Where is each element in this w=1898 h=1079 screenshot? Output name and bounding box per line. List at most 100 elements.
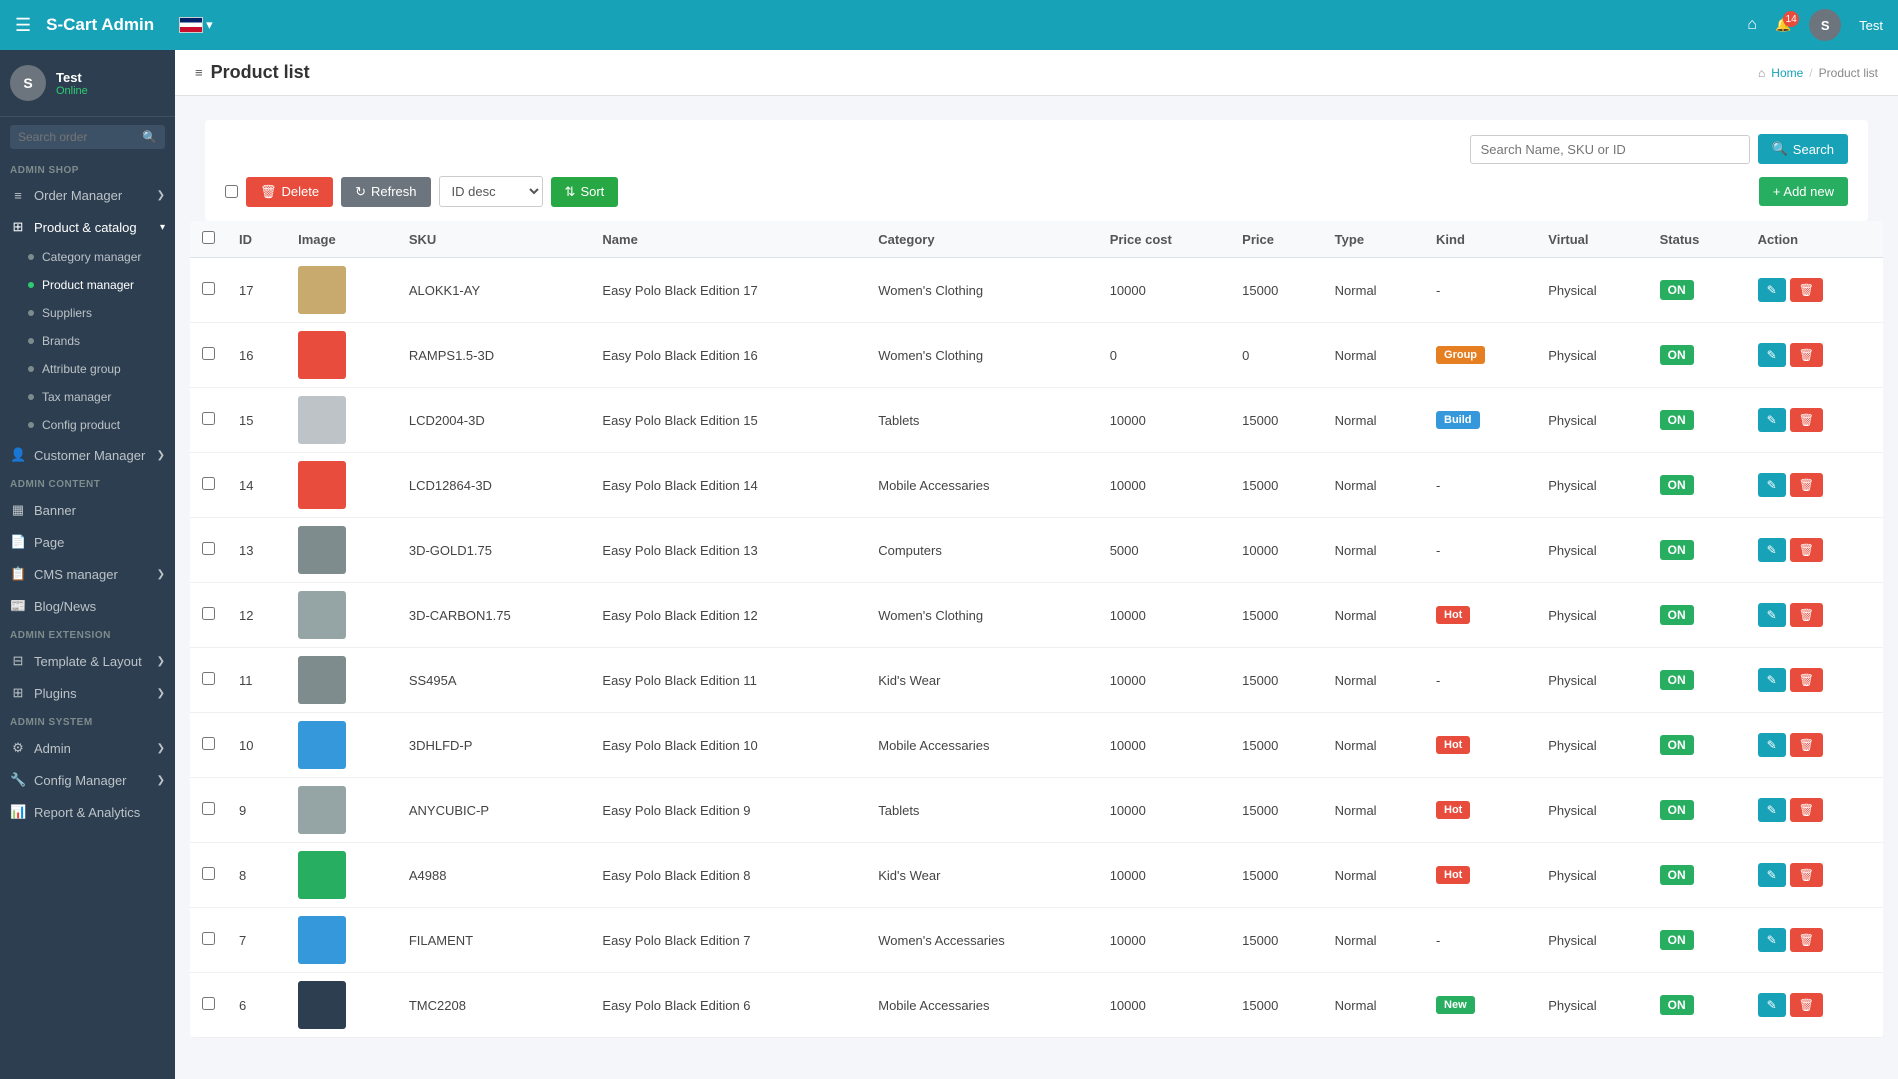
sidebar-item-banner[interactable]: ▦ Banner (0, 494, 175, 526)
row-checkbox[interactable] (202, 347, 215, 360)
td-category: Women's Clothing (866, 583, 1097, 648)
td-name: Easy Polo Black Edition 17 (590, 258, 866, 323)
avatar[interactable]: S (1809, 9, 1841, 41)
row-checkbox[interactable] (202, 542, 215, 555)
delete-row-button[interactable]: 🗑 (1790, 343, 1823, 367)
header-checkbox[interactable] (202, 231, 215, 244)
row-checkbox[interactable] (202, 282, 215, 295)
row-checkbox[interactable] (202, 672, 215, 685)
delete-button[interactable]: 🗑 Delete (246, 177, 333, 207)
top-user-name[interactable]: Test (1859, 18, 1883, 33)
edit-button[interactable]: ✎ (1758, 473, 1786, 497)
action-row: 🗑 Delete ↻ Refresh ID desc ID asc Name a… (225, 176, 1848, 207)
kind-badge: Hot (1436, 606, 1470, 624)
td-virtual: Physical (1536, 583, 1647, 648)
row-checkbox[interactable] (202, 737, 215, 750)
td-sku: 3D-GOLD1.75 (397, 518, 591, 583)
sidebar-item-plugins[interactable]: ⊞ Plugins ❯ (0, 677, 175, 709)
top-nav-right: ⌂ 🔔 14 S Test (1747, 9, 1883, 41)
blog-news-label: Blog/News (34, 599, 96, 614)
td-price: 15000 (1230, 713, 1323, 778)
home-icon[interactable]: ⌂ (1747, 16, 1757, 34)
hamburger-icon[interactable]: ☰ (15, 15, 31, 36)
edit-button[interactable]: ✎ (1758, 733, 1786, 757)
edit-button[interactable]: ✎ (1758, 408, 1786, 432)
delete-row-button[interactable]: 🗑 (1790, 993, 1823, 1017)
delete-row-button[interactable]: 🗑 (1790, 538, 1823, 562)
avatar: S (10, 65, 46, 101)
td-sku: TMC2208 (397, 973, 591, 1038)
search-input[interactable] (1470, 135, 1750, 164)
row-checkbox[interactable] (202, 802, 215, 815)
sidebar-item-product-manager[interactable]: Product manager (0, 271, 175, 299)
delete-row-button[interactable]: 🗑 (1790, 603, 1823, 627)
add-new-button[interactable]: + Add new (1759, 177, 1848, 206)
sidebar-item-tax-manager[interactable]: Tax manager (0, 383, 175, 411)
delete-row-button[interactable]: 🗑 (1790, 928, 1823, 952)
edit-button[interactable]: ✎ (1758, 863, 1786, 887)
td-kind: - (1424, 908, 1536, 973)
delete-row-button[interactable]: 🗑 (1790, 863, 1823, 887)
row-checkbox[interactable] (202, 997, 215, 1010)
sidebar-item-template-layout[interactable]: ⊟ Template & Layout ❯ (0, 645, 175, 677)
refresh-button[interactable]: ↻ Refresh (341, 177, 430, 207)
sidebar-item-suppliers[interactable]: Suppliers (0, 299, 175, 327)
kind-empty: - (1436, 673, 1440, 688)
td-status: ON (1648, 973, 1746, 1038)
sidebar-item-attribute-group[interactable]: Attribute group (0, 355, 175, 383)
td-action: ✎ 🗑 (1746, 583, 1883, 648)
td-image (286, 518, 397, 583)
sidebar-item-brands[interactable]: Brands (0, 327, 175, 355)
td-id: 13 (227, 518, 286, 583)
edit-button[interactable]: ✎ (1758, 538, 1786, 562)
edit-button[interactable]: ✎ (1758, 668, 1786, 692)
sidebar-item-category-manager[interactable]: Category manager (0, 243, 175, 271)
td-kind: Build (1424, 388, 1536, 453)
sort-button[interactable]: ⇅ Sort (551, 177, 619, 207)
row-checkbox[interactable] (202, 867, 215, 880)
td-virtual: Physical (1536, 388, 1647, 453)
delete-row-button[interactable]: 🗑 (1790, 668, 1823, 692)
edit-button[interactable]: ✎ (1758, 993, 1786, 1017)
td-category: Kid's Wear (866, 843, 1097, 908)
sidebar-item-order-manager[interactable]: ≡ Order Manager ❯ (0, 180, 175, 211)
td-checkbox (190, 323, 227, 388)
row-checkbox[interactable] (202, 932, 215, 945)
delete-row-button[interactable]: 🗑 (1790, 408, 1823, 432)
edit-button[interactable]: ✎ (1758, 798, 1786, 822)
delete-row-button[interactable]: 🗑 (1790, 473, 1823, 497)
notifications-bell[interactable]: 🔔 14 (1775, 17, 1791, 33)
language-selector[interactable]: ▾ (179, 17, 213, 33)
edit-button[interactable]: ✎ (1758, 928, 1786, 952)
sidebar-item-page[interactable]: 📄 Page (0, 526, 175, 558)
row-checkbox[interactable] (202, 412, 215, 425)
th-virtual: Virtual (1536, 221, 1647, 258)
search-icon[interactable]: 🔍 (142, 130, 157, 144)
template-icon: ⊟ (10, 653, 26, 669)
sort-select[interactable]: ID desc ID asc Name asc Name desc (439, 176, 543, 207)
th-price: Price (1230, 221, 1323, 258)
delete-row-button[interactable]: 🗑 (1790, 798, 1823, 822)
delete-row-button[interactable]: 🗑 (1790, 278, 1823, 302)
select-all-checkbox[interactable] (225, 185, 238, 198)
sidebar-item-admin[interactable]: ⚙ Admin ❯ (0, 732, 175, 764)
row-checkbox[interactable] (202, 607, 215, 620)
table-row: 12 3D-CARBON1.75 Easy Polo Black Edition… (190, 583, 1883, 648)
edit-button[interactable]: ✎ (1758, 343, 1786, 367)
sidebar-item-config-product[interactable]: Config product (0, 411, 175, 439)
delete-row-button[interactable]: 🗑 (1790, 733, 1823, 757)
sidebar-item-blog-news[interactable]: 📰 Blog/News (0, 590, 175, 622)
breadcrumb-home[interactable]: Home (1771, 66, 1803, 80)
sidebar-item-config-manager[interactable]: 🔧 Config Manager ❯ (0, 764, 175, 796)
sidebar-item-product-catalog[interactable]: ⊞ Product & catalog ▾ (0, 211, 175, 243)
td-checkbox (190, 778, 227, 843)
sidebar-item-customer-manager[interactable]: 👤 Customer Manager ❯ (0, 439, 175, 471)
edit-button[interactable]: ✎ (1758, 603, 1786, 627)
sidebar-item-cms-manager[interactable]: 📋 CMS manager ❯ (0, 558, 175, 590)
admin-icon: ⚙ (10, 740, 26, 756)
search-button[interactable]: 🔍 Search (1758, 134, 1848, 164)
sidebar-item-report-analytics[interactable]: 📊 Report & Analytics (0, 796, 175, 828)
row-checkbox[interactable] (202, 477, 215, 490)
td-sku: 3DHLFD-P (397, 713, 591, 778)
edit-button[interactable]: ✎ (1758, 278, 1786, 302)
